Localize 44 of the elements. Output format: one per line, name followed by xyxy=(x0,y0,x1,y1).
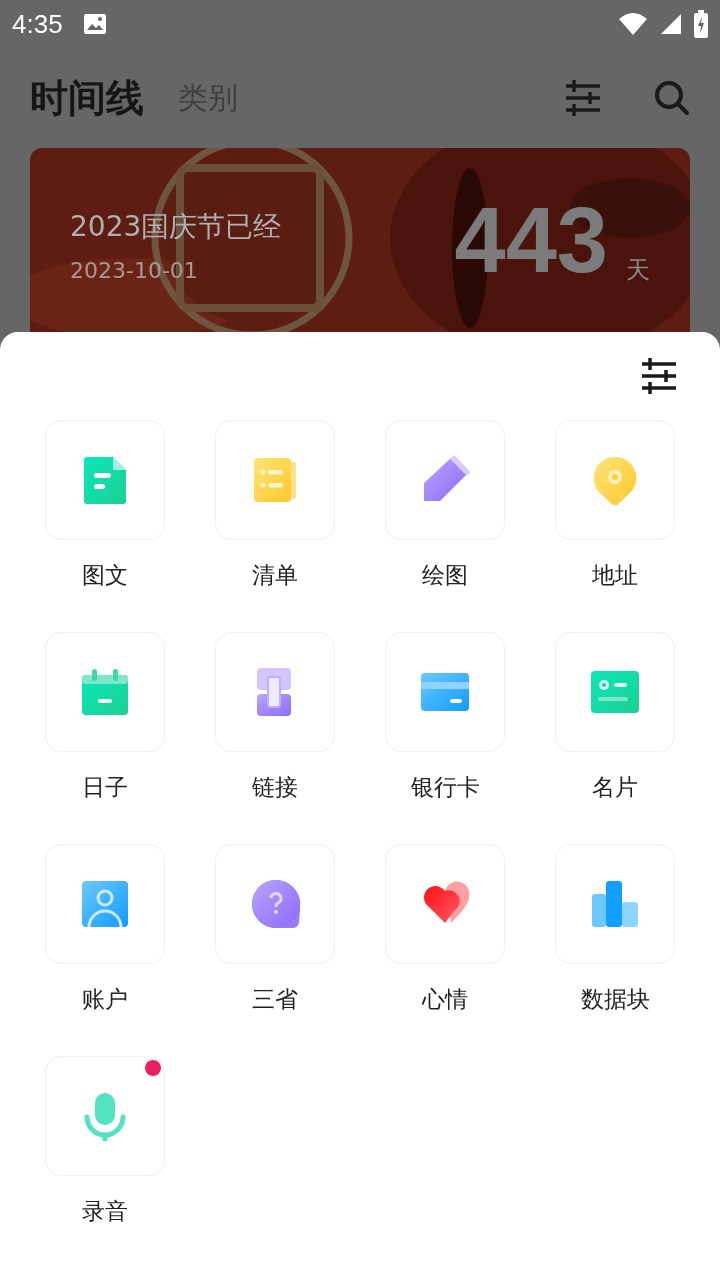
battery-icon xyxy=(694,10,708,38)
day-count: 443 xyxy=(454,194,608,286)
item-label: 心情 xyxy=(422,988,468,1011)
item-label: 图文 xyxy=(82,564,128,587)
status-time: 4:35 xyxy=(12,8,63,40)
person-icon xyxy=(80,879,130,929)
item-label: 地址 xyxy=(592,564,638,587)
event-title: 2023国庆节已经 xyxy=(70,208,282,245)
banner-card[interactable]: 2023国庆节已经 2023-10-01 443 天 xyxy=(30,148,690,332)
calendar-icon xyxy=(80,667,130,717)
item-label: 三省 xyxy=(252,988,298,1011)
search-icon[interactable] xyxy=(654,80,690,116)
notification-dot xyxy=(145,1060,161,1076)
item-tile[interactable] xyxy=(45,844,165,964)
item-label: 银行卡 xyxy=(410,776,480,799)
question-bubble-icon xyxy=(250,879,300,929)
item-label: 绘图 xyxy=(422,564,468,587)
event-date: 2023-10-01 xyxy=(70,257,199,283)
item-label: 名片 xyxy=(592,776,638,799)
bar-blocks-icon xyxy=(590,879,640,929)
item-tile[interactable] xyxy=(215,844,335,964)
item-label: 账户 xyxy=(82,988,128,1011)
item-tile[interactable] xyxy=(45,632,165,752)
item-tile[interactable] xyxy=(215,420,335,540)
item-label: 日子 xyxy=(82,776,128,799)
filter-icon[interactable] xyxy=(642,358,676,394)
item-tile[interactable] xyxy=(215,632,335,752)
item-label: 数据块 xyxy=(580,988,650,1011)
day-unit: 天 xyxy=(626,255,650,286)
item-label: 录音 xyxy=(82,1200,128,1223)
item-label: 链接 xyxy=(252,776,298,799)
item-label: 清单 xyxy=(252,564,298,587)
item-tile[interactable] xyxy=(45,1056,165,1176)
image-icon xyxy=(82,13,107,35)
item-tile[interactable] xyxy=(45,420,165,540)
item-tile[interactable] xyxy=(555,632,675,752)
signal-icon xyxy=(660,13,682,35)
item-tile[interactable] xyxy=(385,844,505,964)
item-tile[interactable] xyxy=(385,420,505,540)
wifi-icon xyxy=(618,12,648,36)
item-tile[interactable] xyxy=(555,844,675,964)
header-tab[interactable]: 时间线 xyxy=(30,72,144,124)
item-tile[interactable] xyxy=(385,632,505,752)
item-tile[interactable] xyxy=(555,420,675,540)
